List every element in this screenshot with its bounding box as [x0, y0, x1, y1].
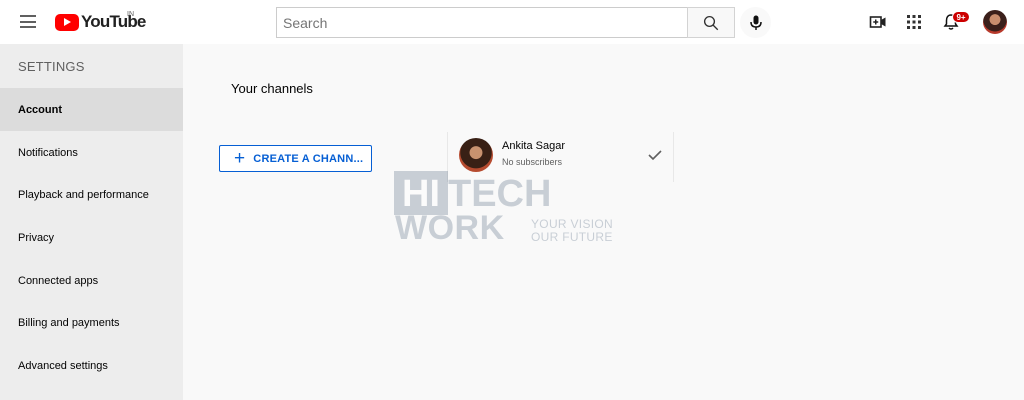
microphone-icon: [749, 15, 762, 30]
notification-count-badge: 9+: [952, 11, 970, 23]
settings-sidebar: SETTINGS Account Notifications Playback …: [0, 44, 183, 400]
plus-icon: +: [234, 148, 246, 169]
youtube-logo-text: YouTube: [81, 12, 146, 31]
sidebar-item-advanced-settings[interactable]: Advanced settings: [0, 344, 183, 387]
user-avatar[interactable]: [983, 10, 1007, 34]
country-code: IN: [127, 11, 134, 18]
check-icon: [648, 150, 662, 161]
sidebar-item-privacy[interactable]: Privacy: [0, 216, 183, 259]
search-button[interactable]: [687, 7, 735, 38]
top-navigation-bar: YouTube IN Search 9+: [0, 0, 1024, 44]
channel-name: Ankita Sagar: [502, 140, 565, 152]
search-icon: [703, 15, 719, 30]
your-channels-heading: Your channels: [231, 81, 313, 96]
sidebar-item-connected-apps[interactable]: Connected apps: [0, 259, 183, 302]
create-channel-label: CREATE A CHANN...: [253, 152, 364, 165]
create-video-icon[interactable]: [868, 12, 888, 32]
account-settings-content: Your channels + CREATE A CHANN... Ankita…: [183, 44, 1024, 400]
sidebar-item-playback-performance[interactable]: Playback and performance: [0, 173, 183, 216]
search-bar: [276, 7, 735, 38]
channel-avatar: [459, 138, 493, 172]
search-input[interactable]: [276, 7, 687, 38]
create-channel-button[interactable]: + CREATE A CHANN...: [219, 145, 372, 172]
channel-card[interactable]: Ankita Sagar No subscribers: [447, 132, 674, 182]
menu-icon[interactable]: [20, 15, 36, 28]
sidebar-title: SETTINGS: [18, 59, 85, 74]
sidebar-item-account[interactable]: Account: [0, 88, 183, 131]
youtube-play-icon: [55, 13, 79, 31]
channel-subscriber-count: No subscribers: [502, 157, 563, 167]
sidebar-item-billing-payments[interactable]: Billing and payments: [0, 301, 183, 344]
apps-grid-icon[interactable]: [904, 12, 924, 32]
voice-search-button[interactable]: [740, 7, 771, 38]
sidebar-item-notifications[interactable]: Notifications: [0, 131, 183, 174]
